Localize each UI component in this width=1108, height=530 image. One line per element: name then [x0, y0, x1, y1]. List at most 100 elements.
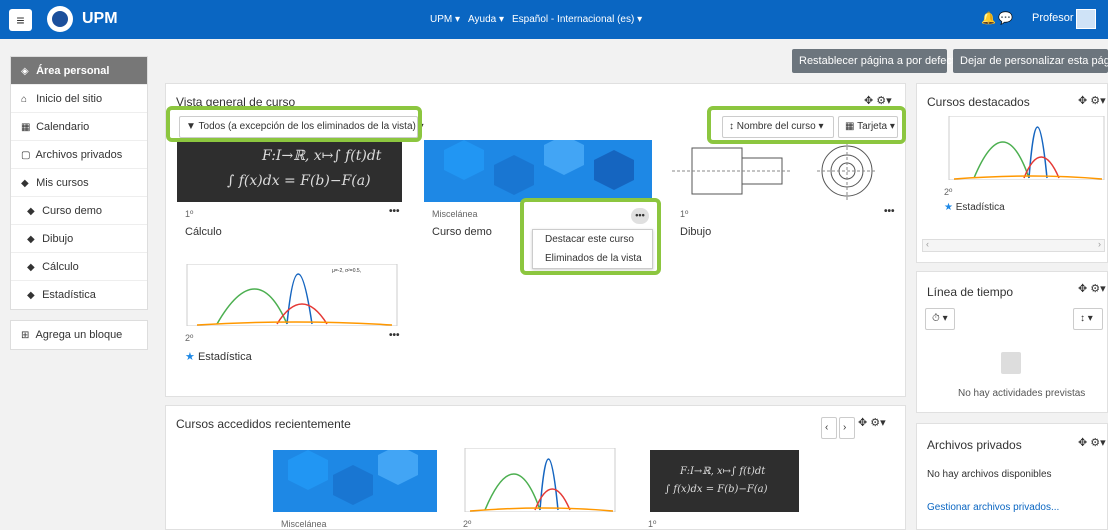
horizontal-scrollbar[interactable]: ‹ ›: [922, 239, 1105, 252]
timeline-empty-message: No hay actividades previstas: [958, 388, 1086, 399]
course-meta: 1º: [680, 209, 689, 219]
timeline-sort-dropdown[interactable]: ↕ ▾: [1073, 308, 1103, 330]
home-icon: ⌂: [21, 94, 28, 105]
svg-text:F:I→ℝ, x↦∫ f(t)dt: F:I→ℝ, x↦∫ f(t)dt: [679, 466, 766, 477]
empty-list-icon: [1001, 352, 1021, 374]
menu-ayuda[interactable]: Ayuda ▾: [468, 14, 504, 25]
recent-course-image-2[interactable]: [455, 448, 619, 512]
menu-upm[interactable]: UPM ▾: [430, 14, 460, 25]
sidebar-item-inicio[interactable]: ⌂ Inicio del sitio: [11, 85, 147, 113]
normal-distribution-plot: [948, 116, 1105, 180]
chalkboard-formula: F:I→ℝ, x↦∫ f(t)dt ∫ f(x)dx = F(b)−F(a): [650, 450, 799, 512]
move-icon[interactable]: ✥ ⚙▾: [1078, 94, 1106, 107]
featured-course-name[interactable]: ★ Estadística: [944, 202, 1005, 213]
svg-text:F:I→ℝ, x↦∫ f(t)dt: F:I→ℝ, x↦∫ f(t)dt: [261, 148, 382, 164]
hexagon-pattern: [424, 140, 652, 202]
filter-highlight: [166, 106, 422, 142]
course-image-calculo[interactable]: F:I→ℝ, x↦∫ f(t)dt ∫ f(x)dx = F(b)−F(a): [177, 140, 402, 202]
next-arrow-icon[interactable]: ›: [839, 417, 855, 439]
menu-language[interactable]: Español - Internacional (es) ▾: [512, 14, 642, 25]
timeline-block: Línea de tiempo ✥ ⚙▾ ⏱ ▾ ↕ ▾ No hay acti…: [916, 271, 1108, 413]
course-meta: 1º: [185, 209, 194, 219]
menu-highlight: [520, 198, 661, 275]
sidebar-nav: ◈ Área personal ⌂ Inicio del sitio ▦ Cal…: [10, 56, 148, 310]
recent-courses-title: Cursos accedidos recientemente: [176, 417, 351, 431]
sidebar-item-dibujo[interactable]: ◆ Dibujo: [11, 225, 147, 253]
recent-course-image-3[interactable]: F:I→ℝ, x↦∫ f(t)dt ∫ f(x)dx = F(b)−F(a): [650, 450, 799, 512]
more-options-icon[interactable]: •••: [389, 330, 400, 341]
hexagon-pattern: [273, 450, 437, 512]
manage-files-link[interactable]: Gestionar archivos privados...: [927, 502, 1059, 513]
sort-icon: ↕: [1080, 313, 1085, 324]
sidebar-item-estadistica[interactable]: ◆ Estadística: [11, 281, 147, 309]
file-icon: ▢: [21, 150, 31, 161]
sidebar-item-archivos[interactable]: ▢ Archivos privados: [11, 141, 147, 169]
sort-view-highlight: [707, 106, 906, 144]
technical-drawing: [672, 142, 877, 200]
clock-icon: ⏱: [932, 313, 940, 324]
recent-course-meta: 2º: [463, 519, 472, 529]
recent-course-meta: Miscelánea: [281, 519, 327, 529]
graduation-cap-icon: ◆: [27, 290, 35, 301]
course-name[interactable]: Cálculo: [185, 226, 222, 238]
move-icon[interactable]: ✥ ⚙▾: [1078, 436, 1106, 449]
course-meta: 2º: [185, 333, 194, 343]
sidebar: ◈ Área personal ⌂ Inicio del sitio ▦ Cal…: [0, 39, 159, 530]
move-icon[interactable]: ✥ ⚙▾: [1078, 282, 1106, 295]
recent-courses-block: Cursos accedidos recientemente ‹ › ✥ ⚙▾ …: [165, 405, 906, 530]
stop-customizing-button[interactable]: Dejar de personalizar esta página: [953, 49, 1108, 73]
normal-distribution-plot: [464, 448, 616, 512]
featured-title: Cursos destacados: [927, 95, 1030, 109]
more-options-icon[interactable]: •••: [389, 206, 400, 217]
recent-course-meta: 1º: [648, 519, 657, 529]
graduation-cap-icon: ◆: [27, 262, 35, 273]
course-image-curso-demo[interactable]: [424, 140, 652, 202]
bell-icon[interactable]: 🔔: [981, 11, 996, 25]
avatar[interactable]: [1076, 9, 1096, 29]
top-menu: UPM ▾ Ayuda ▾ Español - Internacional (e…: [430, 14, 642, 25]
sidebar-item-calendario[interactable]: ▦ Calendario: [11, 113, 147, 141]
course-image-dibujo[interactable]: [672, 140, 897, 202]
graduation-cap-icon: ◆: [27, 234, 35, 245]
add-block-button[interactable]: ⊞ Agrega un bloque: [11, 321, 147, 349]
prev-arrow-icon[interactable]: ‹: [821, 417, 837, 439]
course-name[interactable]: ★ Estadística: [185, 350, 252, 363]
dashboard-icon: ◈: [21, 66, 29, 77]
recent-course-image-1[interactable]: [273, 450, 437, 512]
reset-page-button[interactable]: Restablecer página a por defecto: [792, 49, 961, 73]
add-block-group: ⊞ Agrega un bloque: [10, 320, 148, 350]
graduation-cap-icon: ◆: [27, 206, 35, 217]
course-card-estadistica[interactable]: μ=-2, σ²=0.5, 2º ★ Estadística •••: [177, 264, 402, 369]
normal-distribution-plot: μ=-2, σ²=0.5,: [186, 264, 398, 326]
hamburger-menu-icon[interactable]: ≡: [9, 9, 32, 31]
timeline-title: Línea de tiempo: [927, 285, 1014, 299]
chalkboard-formula: F:I→ℝ, x↦∫ f(t)dt ∫ f(x)dx = F(b)−F(a): [177, 140, 402, 202]
course-name[interactable]: Dibujo: [680, 226, 711, 238]
course-card-calculo[interactable]: F:I→ℝ, x↦∫ f(t)dt ∫ f(x)dx = F(b)−F(a) 1…: [177, 140, 402, 245]
time-filter-dropdown[interactable]: ⏱ ▾: [925, 308, 955, 330]
featured-meta: 2º: [944, 187, 953, 197]
private-files-title: Archivos privados: [927, 438, 1022, 452]
featured-course-image[interactable]: [944, 116, 1107, 180]
move-icon[interactable]: ✥ ⚙▾: [858, 416, 886, 429]
sidebar-item-area-personal[interactable]: ◈ Área personal: [11, 57, 147, 85]
brand-name[interactable]: UPM: [82, 10, 118, 28]
no-files-message: No hay archivos disponibles: [927, 469, 1052, 480]
upm-logo[interactable]: [47, 6, 73, 32]
sidebar-item-mis-cursos[interactable]: ◆ Mis cursos: [11, 169, 147, 197]
sidebar-item-calculo[interactable]: ◆ Cálculo: [11, 253, 147, 281]
course-name[interactable]: Curso demo: [432, 226, 492, 238]
sidebar-item-curso-demo[interactable]: ◆ Curso demo: [11, 197, 147, 225]
more-options-icon[interactable]: •••: [884, 206, 895, 217]
chart-legend: μ=-2, σ²=0.5,: [332, 268, 361, 274]
featured-courses-block: Cursos destacados ✥ ⚙▾ 2º ★ Estadística …: [916, 83, 1108, 263]
course-card-dibujo[interactable]: 1º Dibujo •••: [672, 140, 897, 245]
star-icon: ★: [185, 351, 195, 363]
calendar-icon: ▦: [21, 122, 31, 133]
plus-square-icon: ⊞: [21, 330, 30, 341]
chat-icon[interactable]: 💬: [998, 11, 1013, 25]
top-navbar: ≡ UPM UPM ▾ Ayuda ▾ Español - Internacio…: [0, 0, 1108, 39]
course-image-estadistica[interactable]: μ=-2, σ²=0.5,: [177, 264, 402, 326]
svg-text:∫ f(x)dx = F(b)−F(a): ∫ f(x)dx = F(b)−F(a): [665, 484, 768, 495]
course-meta: Miscelánea: [432, 209, 478, 219]
